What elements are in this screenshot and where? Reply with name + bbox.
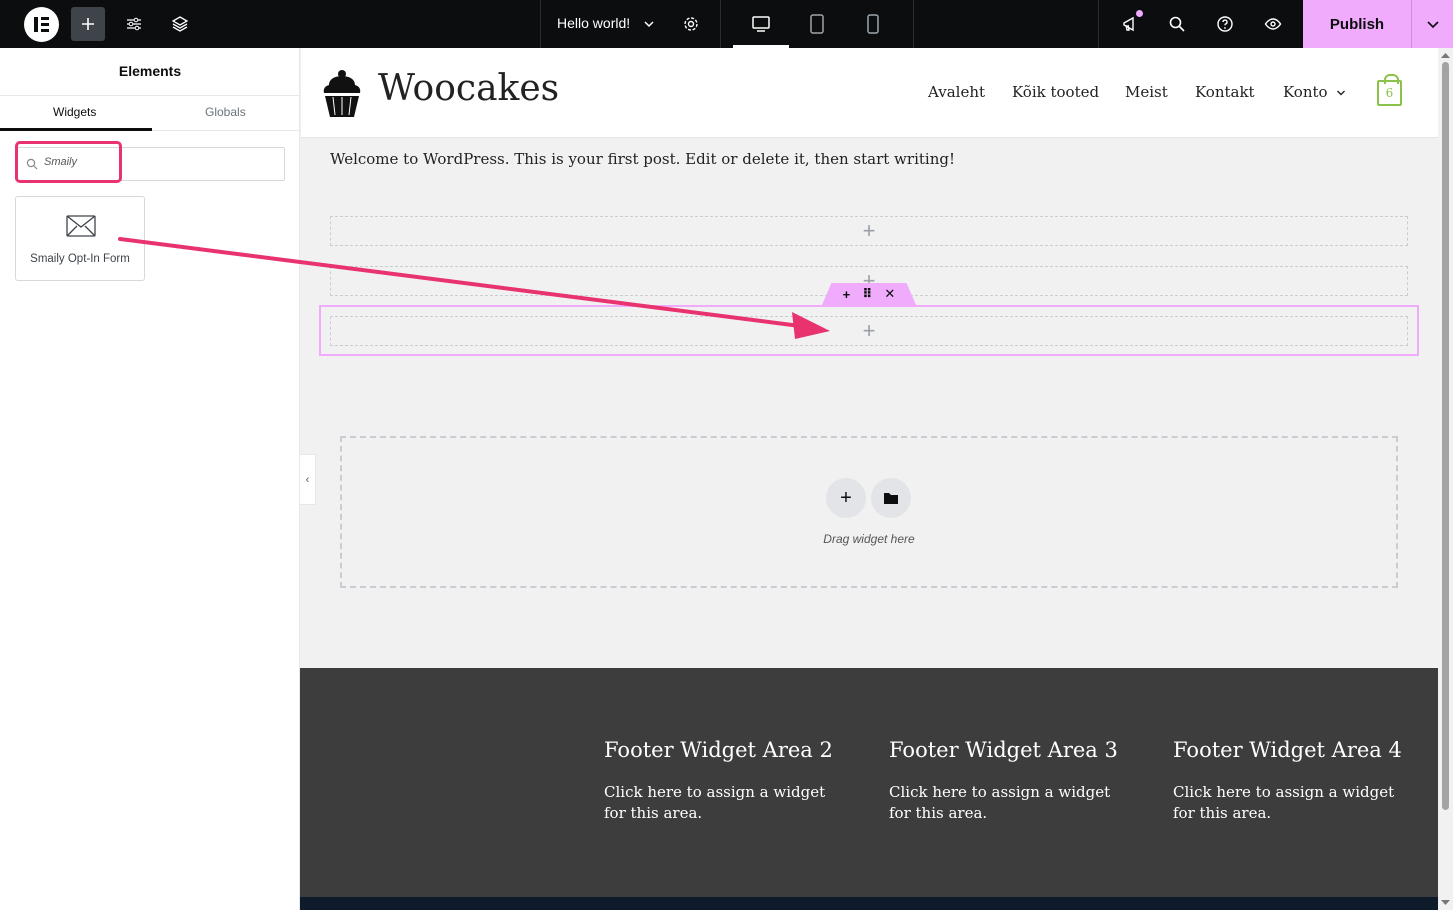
- panel-title: Elements: [118, 63, 182, 79]
- close-icon[interactable]: ✕: [884, 286, 895, 302]
- divider: [1098, 0, 1099, 48]
- site-header: Woocakes Avaleht Kõik tooted Meist Konta…: [301, 48, 1438, 138]
- site-footer: Footer Widget Area 2 Click here to assig…: [300, 668, 1438, 898]
- add-icon[interactable]: +: [843, 287, 851, 302]
- scrollbar-thumb[interactable]: [1442, 62, 1449, 810]
- editor-top-bar: Hello world! Publish: [0, 0, 1453, 48]
- plus-icon: +: [862, 218, 876, 243]
- mobile-icon: [867, 14, 879, 34]
- page-settings-button[interactable]: [674, 7, 708, 41]
- search-icon: [1169, 16, 1185, 32]
- divider: [540, 0, 541, 48]
- tablet-icon: [810, 14, 824, 34]
- footer-area-title: Footer Widget Area 2: [604, 738, 833, 762]
- desktop-view-button[interactable]: [744, 7, 778, 41]
- drag-hint: Drag widget here: [823, 532, 915, 546]
- collapse-panel-button[interactable]: ‹: [300, 454, 316, 505]
- widget-smaily-opt-in-form[interactable]: Smaily Opt-In Form: [15, 196, 145, 281]
- cupcake-icon: [323, 70, 361, 117]
- drag-handle-icon[interactable]: ⠿: [862, 286, 872, 302]
- sliders-icon: [127, 17, 141, 31]
- elementor-logo-icon[interactable]: [24, 7, 59, 42]
- site-settings-button[interactable]: [117, 7, 151, 41]
- footer-area-text[interactable]: Click here to assign a widget for this a…: [1173, 782, 1413, 824]
- eye-icon: [1264, 18, 1282, 30]
- divider: [720, 0, 721, 48]
- footer-widget-area-3[interactable]: Footer Widget Area 3 Click here to assig…: [889, 738, 1129, 824]
- tablet-view-button[interactable]: [800, 7, 834, 41]
- search-highlight-annotation: [15, 141, 122, 183]
- nav-item-meist[interactable]: Meist: [1125, 83, 1168, 101]
- post-text: Welcome to WordPress. This is your first…: [330, 150, 955, 168]
- footer-area-title: Footer Widget Area 3: [889, 738, 1118, 762]
- plus-icon: [82, 18, 94, 30]
- plus-icon: +: [862, 318, 876, 343]
- envelope-icon: [66, 215, 96, 237]
- publish-button[interactable]: Publish: [1303, 0, 1411, 48]
- divider: [0, 95, 300, 96]
- megaphone-icon: [1123, 16, 1134, 32]
- widget-label: Smaily Opt-In Form: [30, 253, 130, 265]
- add-template-button[interactable]: [871, 478, 911, 518]
- mobile-view-button[interactable]: [856, 7, 890, 41]
- add-element-button[interactable]: [71, 7, 105, 41]
- footer-bottom-bar: [300, 897, 1438, 910]
- structure-button[interactable]: [163, 7, 197, 41]
- divider: [913, 0, 914, 48]
- document-title[interactable]: Hello world!: [557, 15, 630, 31]
- empty-container[interactable]: +: [330, 216, 1408, 246]
- preview-button[interactable]: [1256, 7, 1290, 41]
- scroll-down-icon[interactable]: [1440, 899, 1451, 907]
- footer-widget-area-4[interactable]: Footer Widget Area 4 Click here to assig…: [1173, 738, 1413, 824]
- elements-panel: Elements Widgets Globals Smaily Opt-In F…: [0, 48, 300, 910]
- nav-item-kontakt[interactable]: Kontakt: [1195, 83, 1255, 101]
- cart-icon[interactable]: 6: [1377, 74, 1402, 106]
- folder-icon: [884, 493, 898, 504]
- desktop-icon: [752, 16, 770, 32]
- footer-widget-area-2[interactable]: Footer Widget Area 2 Click here to assig…: [604, 738, 844, 824]
- publish-options-button[interactable]: [1412, 0, 1453, 48]
- help-button[interactable]: [1208, 7, 1242, 41]
- gear-icon: [684, 17, 698, 31]
- nav-item-avaleht[interactable]: Avaleht: [928, 83, 985, 101]
- chevron-down-icon: [1426, 21, 1439, 29]
- plus-icon: +: [840, 486, 852, 509]
- question-circle-icon: [1217, 16, 1233, 32]
- active-tab-indicator: [0, 128, 152, 131]
- container-handle[interactable]: + ⠿ ✕: [822, 283, 916, 305]
- selected-empty-container[interactable]: +: [330, 316, 1408, 346]
- add-section-button[interactable]: +: [826, 478, 866, 518]
- footer-area-title: Footer Widget Area 4: [1173, 738, 1402, 762]
- scroll-up-icon[interactable]: [1440, 51, 1451, 59]
- footer-area-text[interactable]: Click here to assign a widget for this a…: [889, 782, 1129, 824]
- tab-globals[interactable]: Globals: [205, 105, 246, 119]
- search-button[interactable]: [1160, 7, 1194, 41]
- tab-widgets[interactable]: Widgets: [53, 105, 96, 119]
- chevron-down-icon[interactable]: [643, 18, 655, 30]
- nav-item-koik-tooted[interactable]: Kõik tooted: [1012, 83, 1099, 101]
- footer-area-text[interactable]: Click here to assign a widget for this a…: [604, 782, 844, 824]
- chevron-down-icon[interactable]: [1336, 88, 1346, 98]
- drop-zone[interactable]: [340, 436, 1398, 588]
- site-title[interactable]: Woocakes: [378, 68, 559, 109]
- chevron-left-icon: ‹: [305, 473, 310, 486]
- layers-icon: [171, 16, 189, 32]
- notification-dot: [1136, 10, 1143, 17]
- nav-item-konto[interactable]: Konto: [1283, 83, 1328, 101]
